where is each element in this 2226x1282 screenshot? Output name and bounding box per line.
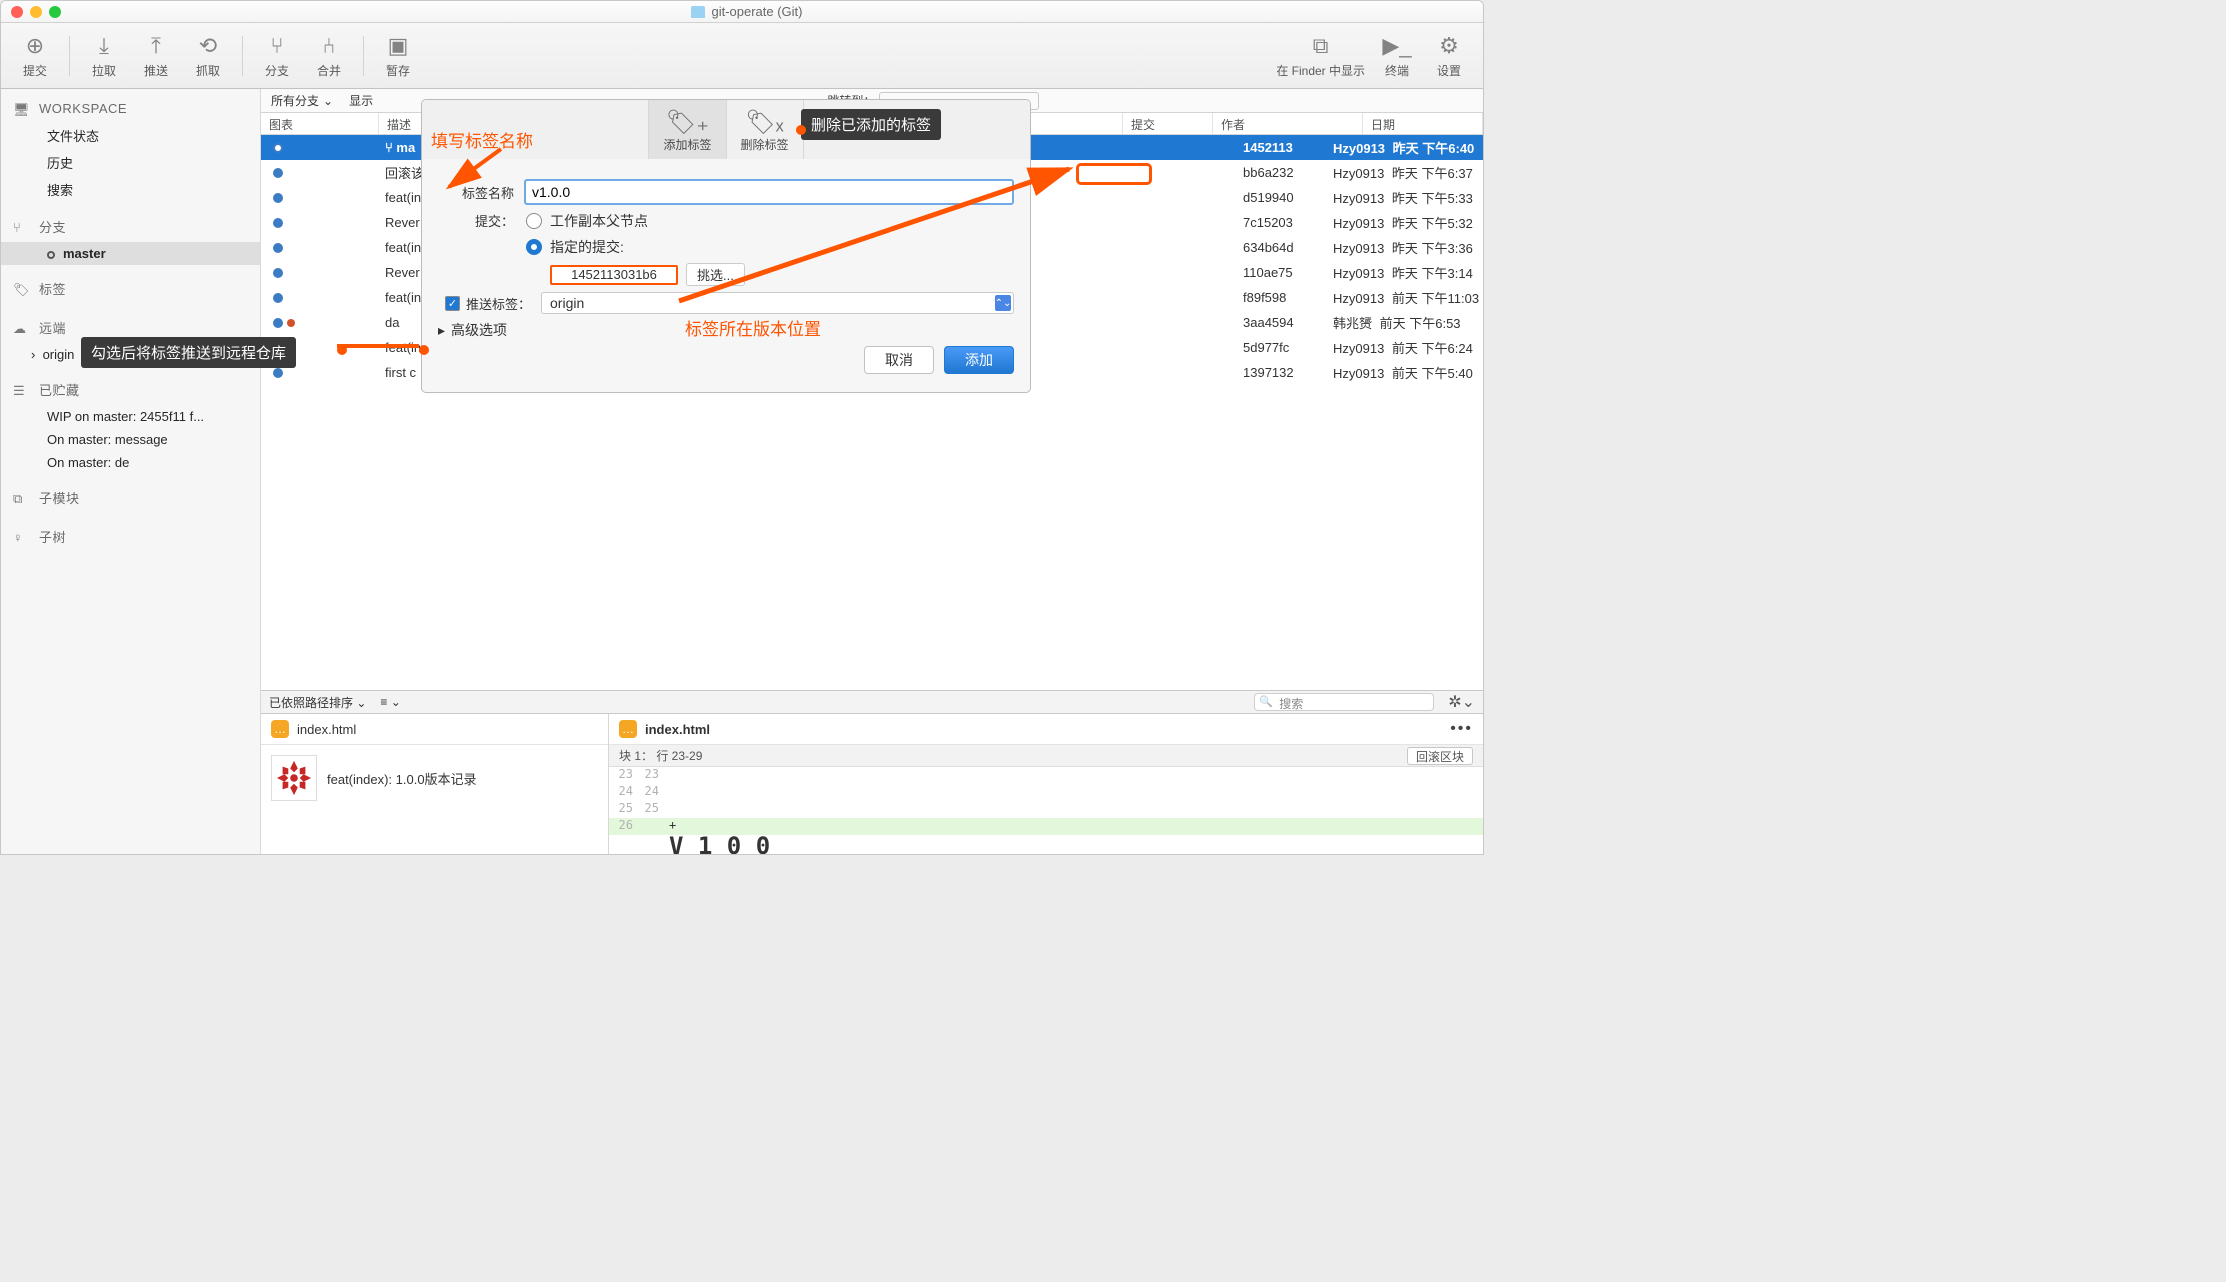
file-name[interactable]: index.html: [297, 722, 356, 737]
file-change-icon: …: [271, 720, 289, 738]
terminal-button[interactable]: ▶_终端: [1377, 32, 1417, 79]
add-button[interactable]: 添加: [944, 346, 1014, 374]
settings-button[interactable]: ⚙设置: [1429, 32, 1469, 79]
display-filter[interactable]: 显示: [349, 92, 373, 109]
push-button[interactable]: ⤒推送: [136, 32, 176, 79]
sidebar-search[interactable]: 搜索: [1, 176, 260, 203]
titlebar: git-operate (Git): [1, 1, 1483, 23]
push-tag-label: 推送标签：: [460, 294, 541, 313]
diff-more-icon[interactable]: •••: [1450, 720, 1473, 738]
stash-button[interactable]: ▣暂存: [378, 32, 418, 79]
pick-commit-button[interactable]: 挑选...: [686, 263, 745, 286]
show-in-finder-button[interactable]: ⧉在 Finder 中显示: [1276, 32, 1365, 79]
close-icon[interactable]: [11, 6, 23, 18]
remote-select[interactable]: origin⌃⌄: [541, 292, 1014, 314]
tag-name-input[interactable]: [524, 179, 1014, 205]
radio-specified-commit[interactable]: 指定的提交:: [526, 237, 745, 257]
pull-button[interactable]: ⤓拉取: [84, 32, 124, 79]
annotation-remove-tag: 删除已添加的标签: [801, 109, 941, 140]
commit-message: feat(index): 1.0.0版本记录: [327, 769, 477, 788]
fetch-button[interactable]: ⟲抓取: [188, 32, 228, 79]
sort-mode[interactable]: 已依照路径排序 ⌄: [269, 694, 366, 711]
sidebar-history[interactable]: 历史: [1, 149, 260, 176]
add-tag-dialog: 🏷₊添加标签 🏷ₓ删除标签 标签名称 提交： 工作副本父节点 指定的提交: 14…: [421, 99, 1031, 393]
tag-name-label: 标签名称: [438, 183, 524, 202]
sidebar-stash-2[interactable]: On master: de: [1, 451, 260, 474]
branch-button[interactable]: ⑂分支: [257, 32, 297, 79]
tab-add-tag[interactable]: 🏷₊添加标签: [648, 100, 726, 159]
sidebar-file-status[interactable]: 文件状态: [1, 122, 260, 149]
window-title: git-operate (Git): [71, 4, 1423, 19]
diff-file-name: index.html: [645, 722, 710, 737]
advanced-toggle[interactable]: ▸高级选项: [438, 320, 1014, 340]
sidebar: 🖥WORKSPACE 文件状态 历史 搜索 ⑂分支 master 🏷标签 ☁远端…: [1, 89, 261, 854]
minimize-icon[interactable]: [30, 6, 42, 18]
file-tree-header: … index.html: [261, 714, 608, 745]
detail-search[interactable]: 搜索: [1254, 693, 1434, 711]
status-bar: 已依照路径排序 ⌄ ≡ ⌄ 搜索 ✲⌄: [261, 690, 1483, 714]
sidebar-stash-0[interactable]: WIP on master: 2455f11 f...: [1, 405, 260, 428]
detail-gear-icon[interactable]: ✲⌄: [1448, 692, 1475, 712]
zoom-icon[interactable]: [49, 6, 61, 18]
commit-label: 提交：: [438, 211, 524, 230]
subtrees-section[interactable]: ♀子树: [1, 521, 260, 552]
radio-working-copy-parent[interactable]: 工作副本父节点: [526, 211, 745, 231]
merge-button[interactable]: ⑃合并: [309, 32, 349, 79]
toolbar: ⊕提交 ⤓拉取 ⤒推送 ⟲抓取 ⑂分支 ⑃合并 ▣暂存 ⧉在 Finder 中显…: [1, 23, 1483, 89]
file-change-icon: …: [619, 720, 637, 738]
hunk-label: 块 1： 行 23-29: [619, 747, 702, 764]
author-avatar: [271, 755, 317, 801]
view-options[interactable]: ≡ ⌄: [380, 695, 400, 709]
push-tag-checkbox[interactable]: ✓: [445, 296, 460, 311]
sidebar-branch-master[interactable]: master: [1, 242, 260, 265]
submodules-section[interactable]: ⧉子模块: [1, 482, 260, 513]
sidebar-stash-1[interactable]: On master: message: [1, 428, 260, 451]
branches-section[interactable]: ⑂分支: [1, 211, 260, 242]
annotation-push-tag: 勾选后将标签推送到远程仓库: [81, 337, 296, 368]
tags-section[interactable]: 🏷标签: [1, 273, 260, 304]
folder-icon: [691, 6, 705, 18]
tab-remove-tag[interactable]: 🏷ₓ删除标签: [727, 100, 804, 159]
stashes-section[interactable]: ☰已贮藏: [1, 374, 260, 405]
revert-hunk-button[interactable]: 回滚区块: [1407, 747, 1473, 765]
cancel-button[interactable]: 取消: [864, 346, 934, 374]
specified-commit-input[interactable]: 1452113031b6: [550, 265, 678, 285]
workspace-section[interactable]: 🖥WORKSPACE: [1, 95, 260, 122]
commit-button[interactable]: ⊕提交: [15, 32, 55, 79]
branch-filter[interactable]: 所有分支⌄: [271, 92, 333, 109]
